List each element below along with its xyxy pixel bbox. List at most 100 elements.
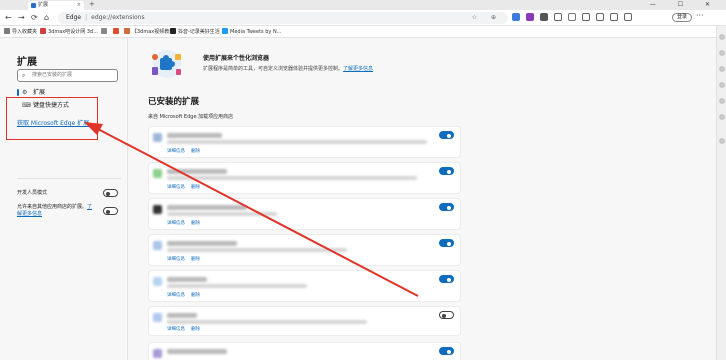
extension-card: 详细信息 删除 — [148, 306, 461, 336]
extension-icon — [153, 349, 162, 358]
favorite-item[interactable]: Media Tweets by N... — [222, 28, 281, 36]
games-icon[interactable] — [719, 82, 725, 88]
favorites-bar: 导入收藏夹 3dmax吧设计网 3d... 【3dmax视频教程】... 抖音-… — [0, 26, 726, 38]
tools-icon[interactable] — [719, 66, 725, 72]
remove-link[interactable]: 删除 — [191, 148, 200, 154]
address-separator: | — [85, 14, 88, 21]
workspace-icons[interactable] — [3, 1, 23, 16]
details-link[interactable]: 详细信息 — [167, 148, 185, 154]
extension-icon[interactable] — [526, 13, 534, 21]
forward-icon[interactable]: → — [18, 12, 25, 24]
refresh-icon[interactable]: ⟳ — [31, 12, 38, 24]
extension-name-redacted — [167, 205, 247, 210]
remove-link[interactable]: 删除 — [191, 256, 200, 262]
browser-window: 扩展 × + — ☐ ✕ ← → ⟳ ⌂ Edge | edge://extensi… — [0, 0, 726, 360]
favorite-star-icon[interactable]: ☆ ⊕ — [472, 12, 502, 24]
extension-enable-toggle[interactable] — [439, 239, 454, 247]
outlook-icon[interactable] — [719, 114, 725, 120]
extensions-puzzle-icon[interactable] — [568, 13, 576, 21]
sidebar-divider — [17, 178, 121, 179]
sidebar-item-label: 扩展 — [33, 89, 46, 96]
address-scheme-label: Edge — [66, 14, 82, 21]
favorite-label: Media Tweets by N... — [230, 29, 282, 35]
extension-icon[interactable] — [540, 13, 548, 21]
favorite-label: 3dmax吧设计网 3d... — [48, 29, 98, 35]
remove-link[interactable]: 删除 — [191, 184, 200, 190]
learn-more-link[interactable]: 了解更多信息 — [343, 66, 373, 72]
favorite-item[interactable]: 3dmax吧设计网 3d... — [40, 28, 98, 36]
download-icon[interactable] — [610, 13, 618, 21]
extension-description-redacted — [167, 140, 427, 144]
extension-name-redacted — [167, 241, 237, 246]
window-controls[interactable]: — ☐ ✕ — [650, 0, 720, 10]
favorites-icon[interactable] — [582, 13, 590, 21]
extensions-illustration — [152, 50, 181, 78]
office-icon[interactable] — [719, 98, 725, 104]
extension-enable-toggle[interactable] — [439, 347, 454, 355]
developer-mode-toggle[interactable] — [103, 189, 118, 197]
extension-search-input[interactable]: ⌕ 搜索已安装的扩展 — [17, 69, 118, 82]
extension-icon — [153, 277, 162, 286]
site-icon — [113, 28, 119, 34]
extension-enable-toggle[interactable] — [439, 311, 454, 319]
search-icon[interactable] — [719, 34, 725, 40]
add-icon[interactable] — [719, 138, 725, 144]
extension-name-redacted — [167, 277, 207, 282]
other-stores-toggle[interactable] — [103, 207, 118, 215]
extension-icon[interactable] — [512, 13, 520, 21]
details-link[interactable]: 详细信息 — [167, 326, 185, 332]
sidebar-title: 扩展 — [17, 57, 37, 68]
address-bar[interactable]: Edge | edge://extensions ☆ ⊕ — [58, 12, 508, 24]
tab-extensions[interactable]: 扩展 × — [28, 1, 84, 10]
favorite-item[interactable]: 导入收藏夹 — [4, 28, 37, 36]
extension-icon — [153, 313, 162, 322]
folder-icon — [4, 28, 10, 34]
promo-description: 扩展程序是简单的工具，可自定义浏览器体验并提供更多控制。了解更多信息 — [203, 65, 373, 72]
tab-close-icon[interactable]: × — [77, 1, 81, 10]
favorite-item[interactable] — [113, 28, 121, 36]
extension-card: 详细信息 删除 — [148, 126, 461, 158]
remove-link[interactable]: 删除 — [191, 220, 200, 226]
extensions-tab-icon — [31, 3, 36, 8]
extensions-sidebar: 扩展 ⌕ 搜索已安装的扩展 ⚙ 扩展 ⌨ 键盘快捷方式 获取 Microsoft… — [0, 38, 128, 360]
extension-icon — [153, 133, 162, 142]
details-link[interactable]: 详细信息 — [167, 256, 185, 262]
browser-essentials-icon[interactable] — [624, 13, 632, 21]
learn-more-link[interactable]: 解更多信息 — [17, 211, 42, 217]
new-tab-button[interactable]: + — [89, 0, 95, 9]
other-stores-label: 允许来自其他应用商店的扩展。 — [17, 204, 88, 210]
details-link[interactable]: 详细信息 — [167, 184, 185, 190]
extensions-main: 使用扩展来个性化浏览器 扩展程序是简单的工具，可自定义浏览器体验并提供更多控制。… — [129, 38, 716, 360]
extension-enable-toggle[interactable] — [439, 167, 454, 175]
home-icon[interactable]: ⌂ — [44, 12, 49, 24]
tab-strip: 扩展 × + — ☐ ✕ — [0, 0, 726, 16]
split-screen-icon[interactable] — [554, 13, 562, 21]
details-link[interactable]: 详细信息 — [167, 220, 185, 226]
collections-icon[interactable] — [596, 13, 604, 21]
back-icon[interactable]: ← — [5, 12, 12, 24]
extension-card: 详细信息 删除 — [148, 198, 461, 230]
remove-link[interactable]: 删除 — [191, 326, 200, 332]
remove-link[interactable]: 删除 — [191, 292, 200, 298]
learn-more-link[interactable]: 了 — [87, 204, 92, 210]
details-link[interactable]: 详细信息 — [167, 292, 185, 298]
favorite-item[interactable] — [101, 28, 109, 36]
developer-mode-label: 开发人员模式 — [17, 190, 48, 196]
login-button[interactable]: 登录 — [672, 13, 692, 22]
extension-description-redacted — [167, 248, 347, 252]
extension-icon — [153, 205, 162, 214]
extension-enable-toggle[interactable] — [439, 203, 454, 211]
extension-enable-toggle[interactable] — [439, 275, 454, 283]
promo-title: 使用扩展来个性化浏览器 — [203, 55, 270, 62]
extension-description-redacted — [167, 212, 277, 216]
shopping-icon[interactable] — [719, 50, 725, 56]
favorite-label: 导入收藏夹 — [12, 29, 38, 35]
extension-card: 详细信息 删除 — [148, 270, 461, 302]
extension-icon — [153, 241, 162, 250]
favorite-item[interactable]: 抖音-记录美好生活 — [170, 28, 220, 36]
extension-card: 详细信息 删除 — [148, 234, 461, 266]
extension-name-redacted — [167, 169, 227, 174]
extension-enable-toggle[interactable] — [439, 131, 454, 139]
more-menu-icon[interactable]: ··· — [696, 11, 704, 20]
annotation-highlight-box — [6, 97, 98, 140]
